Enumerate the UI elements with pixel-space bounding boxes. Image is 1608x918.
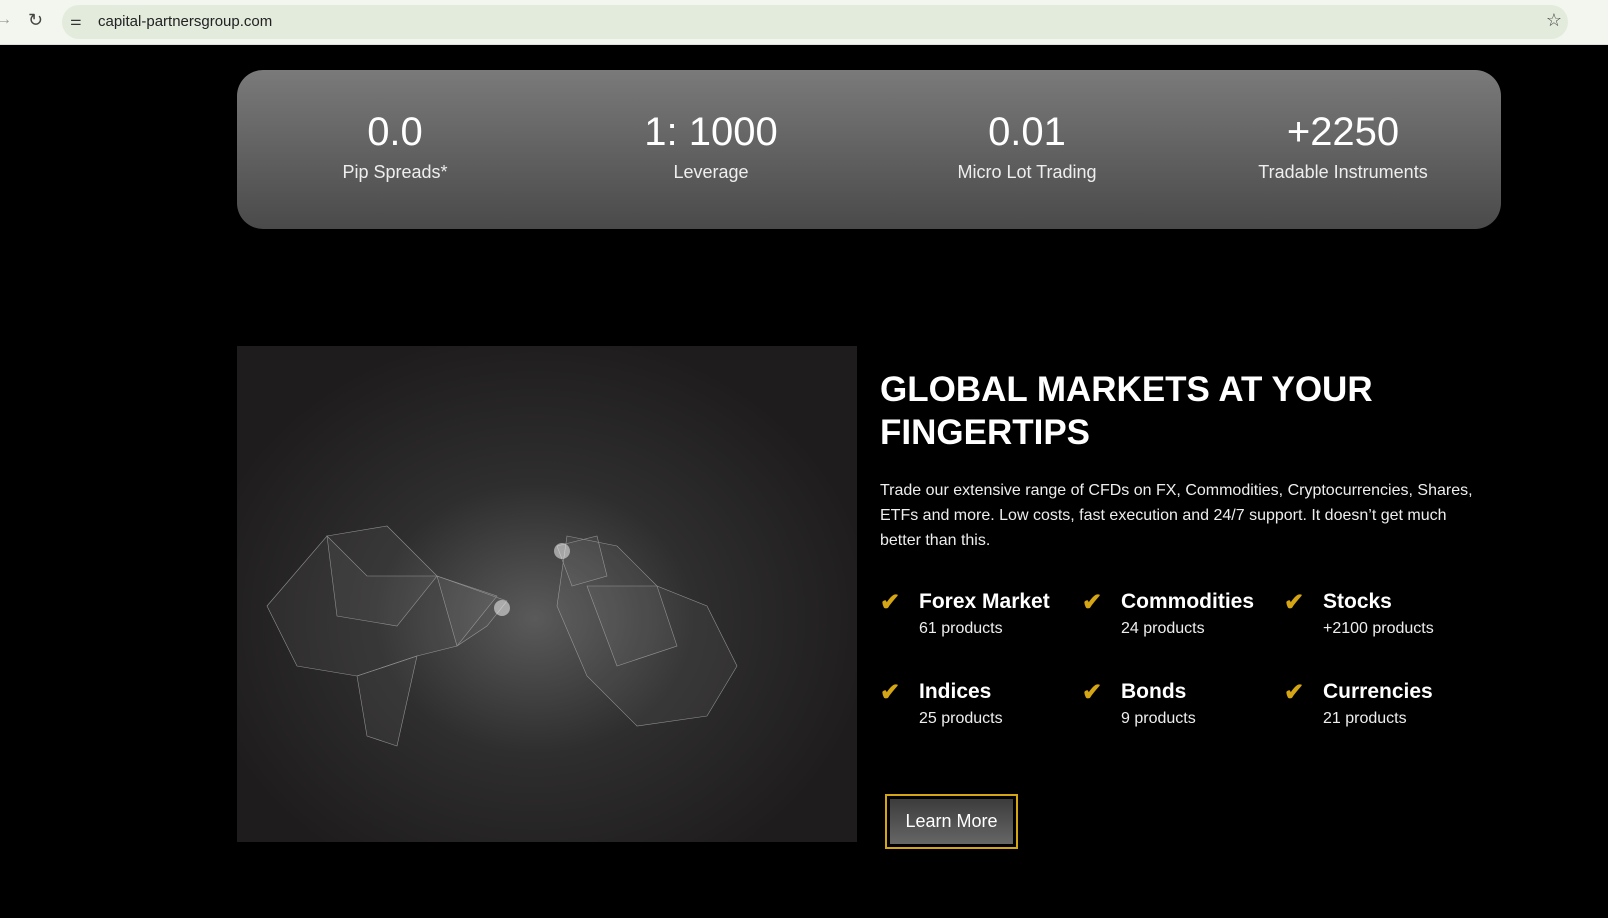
stat-pip-spreads: 0.0 Pip Spreads* (237, 70, 553, 229)
stat-value: 0.0 (367, 110, 423, 154)
check-icon: ✔ (1082, 589, 1103, 616)
market-item-stocks: ✔ Stocks +2100 products (1284, 588, 1486, 642)
forward-icon[interactable]: → (0, 11, 12, 29)
address-bar[interactable]: ⚌ capital-partnersgroup.com ☆ (62, 5, 1568, 39)
bookmark-star-icon[interactable]: ☆ (1546, 10, 1562, 31)
section-title: GLOBAL MARKETS AT YOUR FINGERTIPS (880, 370, 1373, 452)
stat-label: Pip Spreads* (342, 162, 448, 182)
stat-value: 1: 1000 (644, 110, 778, 154)
market-name: Stocks (1323, 590, 1392, 613)
market-name: Indices (919, 680, 992, 703)
stat-leverage: 1: 1000 Leverage (553, 70, 869, 229)
market-item-commodities: ✔ Commodities 24 products (1082, 588, 1284, 642)
stat-label: Leverage (673, 162, 749, 182)
market-name: Bonds (1121, 680, 1187, 703)
market-name: Commodities (1121, 590, 1255, 613)
stat-value: 0.01 (988, 110, 1066, 154)
market-count: 9 products (1121, 710, 1196, 727)
market-item-forex: ✔ Forex Market 61 products (880, 588, 1082, 642)
reload-icon[interactable]: ↻ (28, 10, 43, 31)
bull-bear-image (237, 346, 857, 842)
market-item-indices: ✔ Indices 25 products (880, 678, 1082, 732)
market-item-currencies: ✔ Currencies 21 products (1284, 678, 1486, 732)
check-icon: ✔ (880, 589, 901, 616)
stat-instruments: +2250 Tradable Instruments (1185, 70, 1501, 229)
learn-more-button[interactable]: Learn More (890, 799, 1013, 844)
check-icon: ✔ (1284, 589, 1305, 616)
browser-toolbar: → ↻ ⚌ capital-partnersgroup.com ☆ (0, 0, 1608, 45)
markets-list: ✔ Forex Market 61 products ✔ Commodities 24 … (880, 588, 1500, 732)
url-text[interactable]: capital-partnersgroup.com (98, 13, 272, 30)
bull-bear-illustration (266, 525, 738, 747)
stat-label: Micro Lot Trading (957, 162, 1097, 182)
check-icon: ✔ (1284, 679, 1305, 706)
site-settings-icon[interactable]: ⚌ (70, 13, 82, 29)
market-count: 21 products (1323, 710, 1407, 727)
market-count: 25 products (919, 710, 1003, 727)
section-description: Trade our extensive range of CFDs on FX,… (880, 482, 1473, 549)
stat-label: Tradable Instruments (1258, 162, 1428, 182)
check-icon: ✔ (1082, 679, 1103, 706)
stats-panel: 0.0 Pip Spreads* 1: 1000 Leverage 0.01 Micr… (237, 70, 1501, 229)
market-name: Forex Market (919, 590, 1050, 613)
stat-value: +2250 (1286, 110, 1400, 154)
market-name: Currencies (1323, 680, 1433, 703)
learn-more-frame: Learn More (885, 794, 1018, 849)
market-count: 24 products (1121, 620, 1205, 637)
check-icon: ✔ (880, 679, 901, 706)
market-count: 61 products (919, 620, 1003, 637)
market-item-bonds: ✔ Bonds 9 products (1082, 678, 1284, 732)
market-count: +2100 products (1323, 620, 1434, 637)
stat-micro-lot: 0.01 Micro Lot Trading (869, 70, 1185, 229)
